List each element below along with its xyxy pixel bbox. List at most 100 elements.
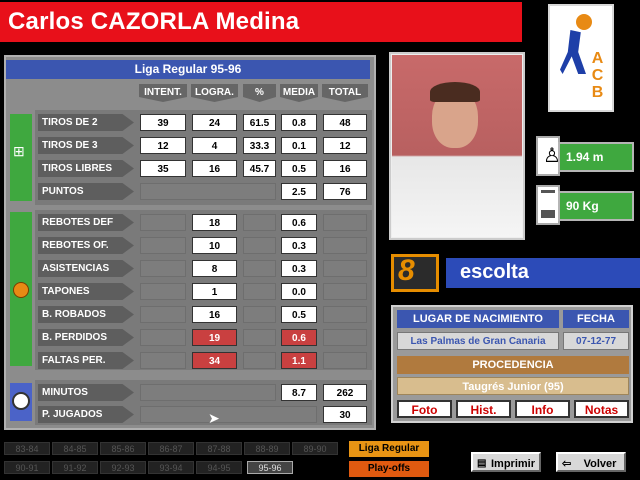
- player-name: Carlos CAZORLA Medina: [8, 8, 300, 35]
- imprimir-label: Imprimir: [490, 458, 535, 470]
- stat-cell: 12: [323, 137, 367, 154]
- season-button[interactable]: 88-89: [244, 442, 290, 455]
- stat-cell: 8.7: [281, 384, 317, 401]
- mouse-cursor-icon: ➤: [208, 410, 220, 426]
- stat-cell: 0.0: [281, 283, 317, 300]
- stat-cell: 262: [323, 384, 367, 401]
- stat-cell: 30: [323, 406, 367, 423]
- imprimir-button[interactable]: ▤ Imprimir: [471, 452, 541, 472]
- season-button[interactable]: 83-84: [4, 442, 50, 455]
- empty-cell: [243, 214, 276, 231]
- row-label: MINUTOS: [38, 384, 134, 401]
- stat-cell: 35: [140, 160, 186, 177]
- season-button[interactable]: 84-85: [52, 442, 98, 455]
- empty-cell: [323, 283, 367, 300]
- logo-ball-icon: [576, 14, 592, 30]
- row-label: B. PERDIDOS: [38, 329, 134, 346]
- stat-cell: 45.7: [243, 160, 276, 177]
- stat-cell: 10: [192, 237, 237, 254]
- height-value: 1.94 m: [558, 142, 634, 172]
- stat-cell: 2.5: [281, 183, 317, 200]
- row-label: P. JUGADOS: [38, 406, 134, 423]
- origin-header: PROCEDENCIA: [397, 356, 629, 374]
- season-title: Liga Regular 95-96: [6, 60, 370, 79]
- stat-cell: 4: [192, 137, 237, 154]
- empty-cell: [323, 306, 367, 323]
- birth-date-value: 07-12-77: [563, 332, 629, 350]
- season-button-active[interactable]: 95-96: [247, 461, 293, 474]
- stat-cell: 24: [192, 114, 237, 131]
- row-label: TIROS DE 3: [38, 137, 134, 154]
- empty-cell: [140, 283, 186, 300]
- stat-cell: 0.3: [281, 237, 317, 254]
- empty-cell: [243, 352, 276, 369]
- row-label: FALTAS PER.: [38, 352, 134, 369]
- row-label: REBOTES DEF: [38, 214, 134, 231]
- season-button[interactable]: 92-93: [100, 461, 146, 474]
- play-offs-button[interactable]: Play-offs: [349, 461, 429, 477]
- stat-cell: 8: [192, 260, 237, 277]
- stat-cell: 0.5: [281, 160, 317, 177]
- season-button[interactable]: 93-94: [148, 461, 194, 474]
- empty-cell: [243, 283, 276, 300]
- date-header: FECHA: [563, 310, 629, 328]
- scale-icon: [541, 190, 555, 218]
- empty-cell: [140, 406, 317, 423]
- empty-cell: [140, 183, 276, 200]
- row-label: TIROS LIBRES: [38, 160, 134, 177]
- season-button[interactable]: 87-88: [196, 442, 242, 455]
- season-button[interactable]: 86-87: [148, 442, 194, 455]
- stat-cell: 0.3: [281, 260, 317, 277]
- empty-cell: [140, 214, 186, 231]
- basket-icon: ⊞: [13, 143, 25, 159]
- hist-button[interactable]: Hist.: [456, 400, 511, 418]
- birthplace-header: LUGAR DE NACIMIENTO: [397, 310, 559, 328]
- season-button[interactable]: 89-90: [292, 442, 338, 455]
- stat-cell: 0.5: [281, 306, 317, 323]
- empty-cell: [243, 237, 276, 254]
- stat-cell-negative: 0.6: [281, 329, 317, 346]
- stat-cell: 18: [192, 214, 237, 231]
- foto-button[interactable]: Foto: [397, 400, 452, 418]
- empty-cell: [243, 260, 276, 277]
- season-button[interactable]: 94-95: [196, 461, 242, 474]
- empty-cell: [140, 384, 276, 401]
- row-label: PUNTOS: [38, 183, 134, 200]
- stat-cell-negative: 34: [192, 352, 237, 369]
- liga-regular-button[interactable]: Liga Regular: [349, 441, 429, 457]
- back-arrow-icon: ⇦: [562, 458, 572, 470]
- position-text: escolta: [460, 261, 529, 283]
- volver-button[interactable]: ⇦ Volver: [556, 452, 626, 472]
- stat-cell: 16: [323, 160, 367, 177]
- birthplace-value: Las Palmas de Gran Canaria: [397, 332, 559, 350]
- stat-cell-negative: 1.1: [281, 352, 317, 369]
- origin-value: Taugrés Junior (95): [397, 377, 629, 395]
- empty-cell: [140, 260, 186, 277]
- printer-icon: ▤: [477, 458, 487, 469]
- empty-cell: [323, 214, 367, 231]
- season-button[interactable]: 90-91: [4, 461, 50, 474]
- notas-button[interactable]: Notas: [574, 400, 629, 418]
- stat-cell: 76: [323, 183, 367, 200]
- empty-cell: [323, 237, 367, 254]
- stat-cell: 33.3: [243, 137, 276, 154]
- volver-label: Volver: [583, 458, 617, 470]
- stat-cell: 0.8: [281, 114, 317, 131]
- empty-cell: [243, 329, 276, 346]
- row-label: REBOTES OF.: [38, 237, 134, 254]
- season-button[interactable]: 85-86: [100, 442, 146, 455]
- stat-cell: 48: [323, 114, 367, 131]
- info-button[interactable]: Info: [515, 400, 570, 418]
- empty-cell: [323, 352, 367, 369]
- stat-cell: 61.5: [243, 114, 276, 131]
- season-button[interactable]: 91-92: [52, 461, 98, 474]
- row-label: B. ROBADOS: [38, 306, 134, 323]
- weight-value: 90 Kg: [558, 191, 634, 221]
- stat-cell: 39: [140, 114, 186, 131]
- stat-cell: 16: [192, 306, 237, 323]
- stat-cell: 1: [192, 283, 237, 300]
- row-label: TAPONES: [38, 283, 134, 300]
- player-hair: [430, 82, 480, 102]
- empty-cell: [140, 329, 186, 346]
- ball-icon: [13, 282, 29, 298]
